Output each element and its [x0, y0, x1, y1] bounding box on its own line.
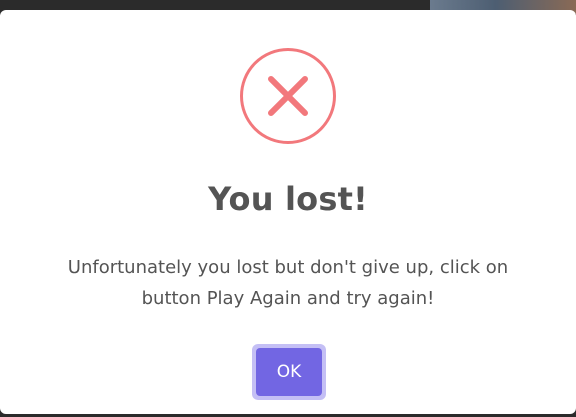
dialog-title: You lost! — [208, 180, 368, 218]
dialog-message: Unfortunately you lost but don't give up… — [67, 257, 509, 309]
ok-button[interactable]: OK — [256, 348, 322, 396]
result-dialog: You lost! Unfortunately you lost but don… — [0, 10, 576, 414]
error-x-icon — [240, 48, 336, 144]
